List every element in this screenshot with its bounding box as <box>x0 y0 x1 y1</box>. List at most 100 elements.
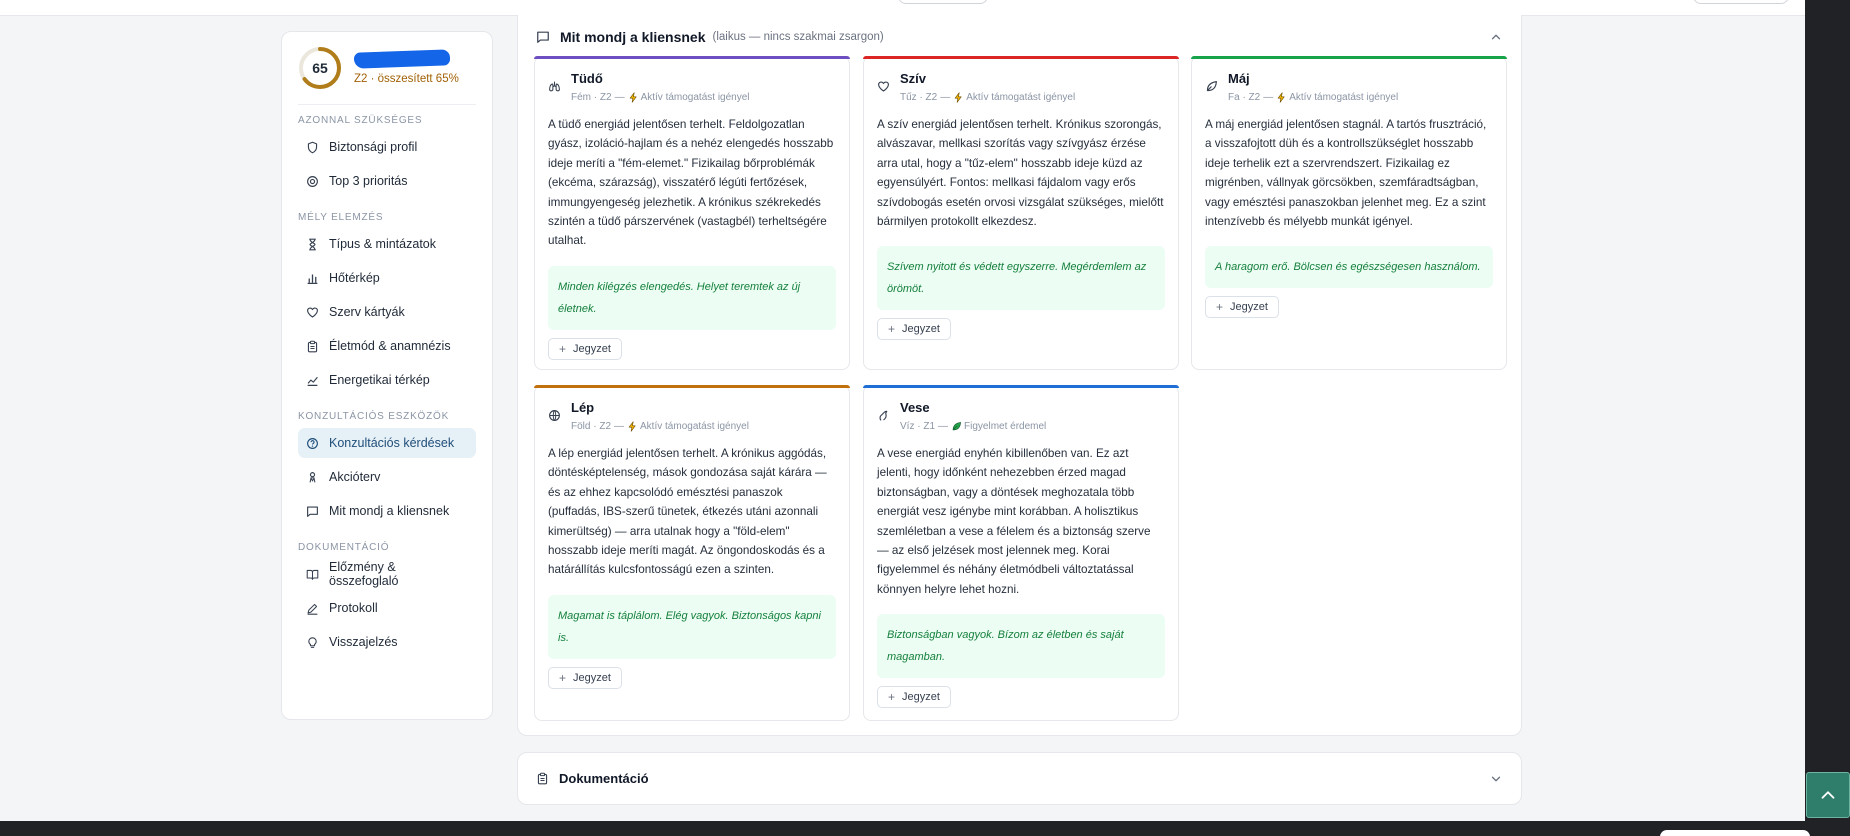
score-summary: 65 Z2 · összesített 65% <box>298 46 476 105</box>
nav-section-label: KONZULTÁCIÓS ESZKÖZÖK <box>298 411 450 422</box>
card-accent-line <box>1191 56 1507 59</box>
affirmation-box: A haragom erő. Bölcsen és egészségesen h… <box>1205 246 1493 289</box>
sidebar-item[interactable]: Konzultációs kérdések <box>298 428 476 458</box>
add-note-button[interactable]: + Jegyzet <box>877 686 951 709</box>
organ-status: Aktív támogatást igényel <box>640 92 750 103</box>
nav-section-label: MÉLY ELEMZÉS <box>298 212 384 223</box>
lightning-icon <box>627 421 638 432</box>
score-ring: 65 <box>298 46 342 90</box>
organ-meta: Föld · Z2— Aktív támogatást igényel <box>571 421 749 432</box>
drop-icon <box>877 409 890 422</box>
organ-element: Fém · Z2 <box>571 92 612 103</box>
sidebar-item[interactable]: Előzmény & összefoglaló <box>298 559 476 589</box>
sidebar-item-label: Előzmény & összefoglaló <box>329 560 399 588</box>
affirmation-box: Minden kilégzés elengedés. Helyet teremt… <box>548 265 836 330</box>
sidebar-item-label: Akcióterv <box>329 470 381 484</box>
leaf-icon <box>1205 80 1218 93</box>
target-icon <box>306 175 319 188</box>
meta-separator: — <box>1263 92 1274 103</box>
scrollbar-gutter <box>1805 0 1850 836</box>
sidebar-item-label: Típus & mintázatok <box>329 237 436 251</box>
sidebar-item[interactable]: Visszajelzés <box>298 627 476 657</box>
sidebar-item[interactable]: Típus & mintázatok <box>298 229 476 259</box>
sidebar-item-label: Életmód & anamnézis <box>329 339 451 353</box>
shield-icon <box>306 141 319 154</box>
client-message-panel: Mit mondj a kliensnek (laikus — nincs sz… <box>517 15 1522 736</box>
lightning-icon <box>1276 92 1287 103</box>
meta-separator: — <box>938 421 949 432</box>
organ-card: Szív Tűz · Z2— Aktív támogatást igényel A s… <box>863 56 1179 370</box>
documentation-title: Dokumentáció <box>559 771 649 786</box>
organ-status: Aktív támogatást igényel <box>640 421 749 432</box>
organ-meta: Fa · Z2— Aktív támogatást igényel <box>1228 92 1398 103</box>
sidebar-item[interactable]: Top 3 prioritás <box>298 166 476 196</box>
add-note-label: Jegyzet <box>902 691 940 704</box>
documentation-panel[interactable]: Dokumentáció <box>517 752 1522 805</box>
plus-icon: + <box>888 690 896 705</box>
clipboard-icon <box>306 340 319 353</box>
add-note-button[interactable]: + Jegyzet <box>548 337 622 360</box>
bottom-pill <box>1660 830 1810 836</box>
sidebar: 65 Z2 · összesített 65% AZONNAL SZÜKSÉGE… <box>281 31 493 720</box>
organ-status: Figyelmet érdemel <box>964 421 1047 432</box>
redacted-client-name <box>353 49 451 69</box>
card-accent-line <box>863 56 1179 59</box>
message-square-icon <box>536 30 550 44</box>
heart-icon <box>306 306 319 319</box>
organ-name: Szív <box>900 71 927 86</box>
organ-meta: Víz · Z1— Figyelmet érdemel <box>900 421 1046 432</box>
add-note-button[interactable]: + Jegyzet <box>877 318 951 341</box>
organ-name: Tüdő <box>571 71 603 86</box>
organ-description: A máj energiád jelentősen stagnál. A tar… <box>1205 118 1487 229</box>
add-note-label: Jegyzet <box>573 671 611 684</box>
organ-card: Máj Fa · Z2— Aktív támogatást igényel A máj… <box>1191 56 1507 370</box>
organ-status: Aktív támogatást igényel <box>966 92 1076 103</box>
organ-card: Lép Föld · Z2— Aktív támogatást igényel A l… <box>534 385 850 721</box>
question-circle-icon <box>306 437 319 450</box>
organ-description: A tüdő energiád jelentősen terhelt. Feld… <box>548 118 834 248</box>
organ-name: Máj <box>1228 71 1250 86</box>
chevron-down-icon[interactable] <box>1489 772 1503 786</box>
sidebar-item[interactable]: Biztonsági profil <box>298 132 476 162</box>
sidebar-item-label: Energetikai térkép <box>329 373 430 387</box>
card-accent-line <box>863 385 1179 388</box>
card-accent-line <box>534 385 850 388</box>
plus-icon: + <box>559 341 567 356</box>
sidebar-item[interactable]: Szerv kártyák <box>298 297 476 327</box>
add-note-label: Jegyzet <box>902 323 940 336</box>
lightning-icon <box>953 92 964 103</box>
sidebar-item[interactable]: Mit mondj a kliensnek <box>298 496 476 526</box>
sidebar-item-label: Konzultációs kérdések <box>329 436 455 450</box>
plus-icon: + <box>1216 300 1224 315</box>
organ-element: Föld · Z2 <box>571 421 612 432</box>
book-icon <box>306 568 319 581</box>
toolbar-pill-button[interactable] <box>1693 0 1789 4</box>
scroll-to-top-button[interactable] <box>1806 772 1850 818</box>
add-note-label: Jegyzet <box>1230 301 1268 314</box>
panel-subtitle: (laikus — nincs szakmai zsargon) <box>712 31 884 43</box>
pen-icon <box>306 602 319 615</box>
nav-section-label: AZONNAL SZÜKSÉGES <box>298 115 423 126</box>
sidebar-item[interactable]: Hőtérkép <box>298 263 476 293</box>
sidebar-item[interactable]: Életmód & anamnézis <box>298 331 476 361</box>
sidebar-item-label: Szerv kártyák <box>329 305 405 319</box>
organ-card: Tüdő Fém · Z2— Aktív támogatást igényel A t… <box>534 56 850 370</box>
chevron-up-icon[interactable] <box>1489 30 1503 44</box>
sidebar-item-label: Top 3 prioritás <box>329 174 408 188</box>
organ-name: Lép <box>571 400 595 415</box>
organ-description: A szív energiád jelentősen terhelt. Krón… <box>877 118 1164 229</box>
leaf-badge-icon <box>951 421 962 432</box>
organ-meta: Tűz · Z2— Aktív támogatást igényel <box>900 92 1075 103</box>
organ-card: Vese Víz · Z1— Figyelmet érdemel A vese ene… <box>863 385 1179 721</box>
add-note-button[interactable]: + Jegyzet <box>1205 296 1279 319</box>
sidebar-nav: AZONNAL SZÜKSÉGES Biztonsági profil Top 3 … <box>298 115 476 657</box>
organ-element: Tűz · Z2 <box>900 92 938 103</box>
add-note-button[interactable]: + Jegyzet <box>548 666 622 689</box>
score-value: 65 <box>312 60 328 76</box>
toolbar-pill-button[interactable] <box>898 0 988 4</box>
sidebar-item[interactable]: Akcióterv <box>298 462 476 492</box>
sidebar-item[interactable]: Protokoll <box>298 593 476 623</box>
sidebar-item[interactable]: Energetikai térkép <box>298 365 476 395</box>
trend-icon <box>306 374 319 387</box>
panel-header[interactable]: Mit mondj a kliensnek (laikus — nincs sz… <box>536 27 1503 47</box>
